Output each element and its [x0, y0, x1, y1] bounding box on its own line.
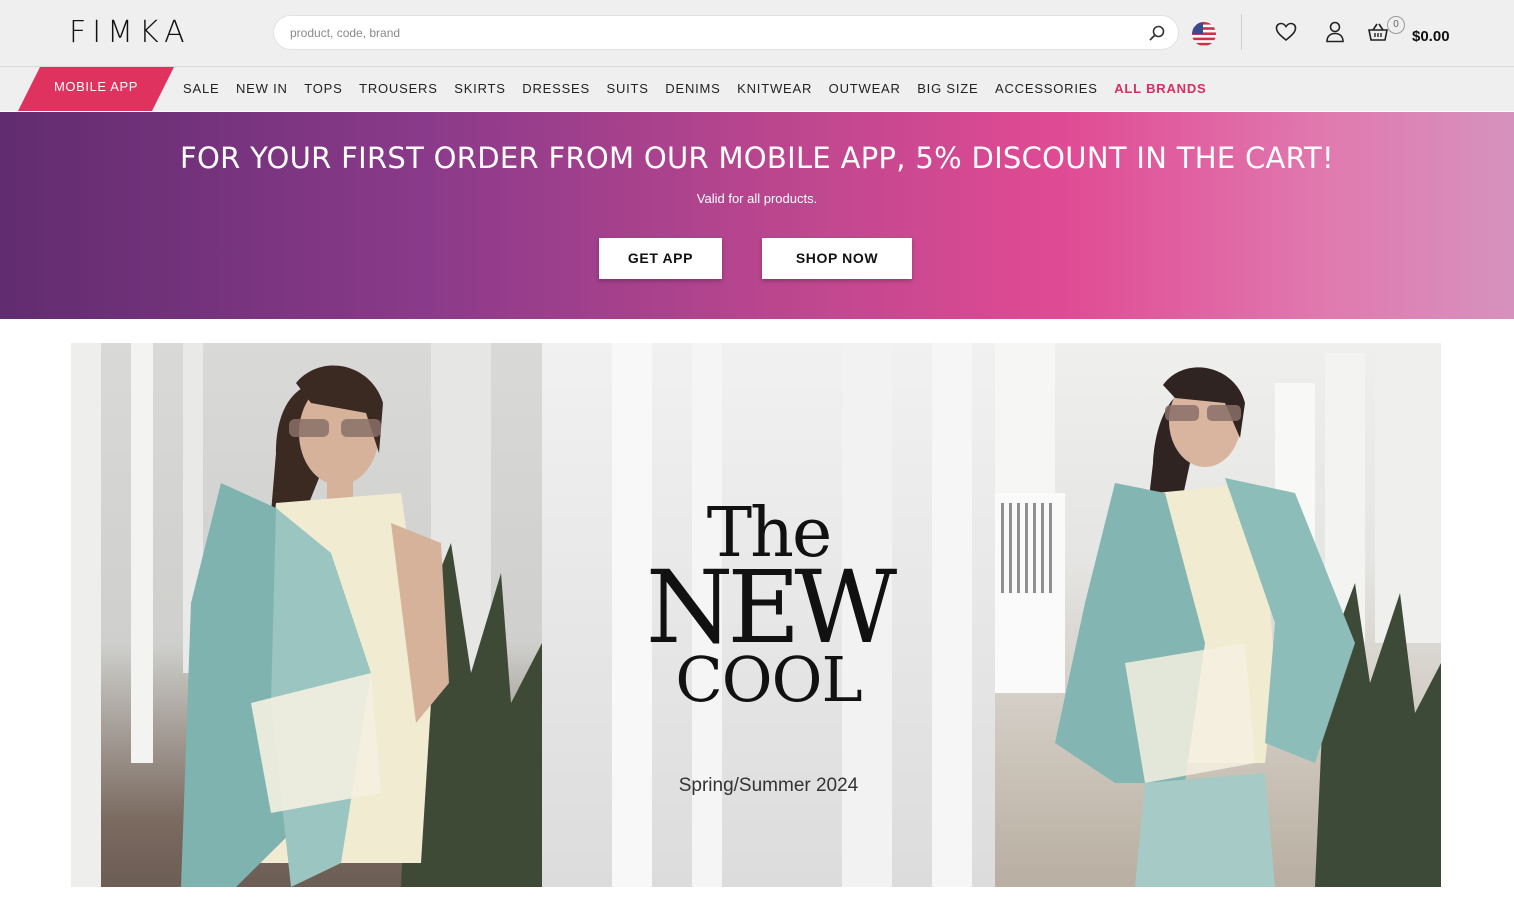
cart-total[interactable]: $0.00 — [1412, 28, 1450, 45]
promo-subtitle: Valid for all products. — [696, 191, 818, 206]
nav-item-knitwear[interactable]: KNITWEAR — [737, 69, 812, 109]
promo-title: FOR YOUR FIRST ORDER FROM OUR MOBILE APP… — [180, 141, 1334, 175]
us-flag-icon[interactable] — [1192, 22, 1216, 46]
main-nav: MOBILE APP SALE NEW IN TOPS TROUSERS SKI… — [0, 67, 1514, 111]
hero-banner[interactable]: The NEW COOL Spring/Summer 2024 — [71, 343, 1441, 887]
nav-item-sale[interactable]: SALE — [183, 69, 219, 109]
hero-line-cool: COOL — [675, 643, 862, 716]
nav-item-accessories[interactable]: ACCESSORIES — [995, 69, 1098, 109]
nav-item-suits[interactable]: SUITS — [606, 69, 648, 109]
get-app-button[interactable]: GET APP — [599, 238, 722, 279]
promo-banner: FOR YOUR FIRST ORDER FROM OUR MOBILE APP… — [0, 112, 1514, 319]
nav-item-denims[interactable]: DENIMS — [665, 69, 720, 109]
search-bar — [273, 15, 1179, 50]
hero-text-panel: The NEW COOL Spring/Summer 2024 — [542, 343, 995, 887]
mobile-app-label: MOBILE APP — [53, 79, 139, 94]
hero-headline: The NEW COOL — [542, 500, 995, 716]
nav-item-outwear[interactable]: OUTWEAR — [829, 69, 901, 109]
heart-icon[interactable] — [1274, 20, 1298, 44]
model-illustration-right — [995, 343, 1441, 887]
nav-menu: SALE NEW IN TOPS TROUSERS SKIRTS DRESSES… — [183, 67, 1223, 111]
user-icon[interactable] — [1323, 20, 1347, 44]
hero-photo-left — [71, 343, 542, 887]
cart-count-badge: 0 — [1387, 16, 1405, 34]
nav-item-tops[interactable]: TOPS — [304, 69, 342, 109]
nav-item-dresses[interactable]: DRESSES — [522, 69, 590, 109]
nav-item-big-size[interactable]: BIG SIZE — [917, 69, 978, 109]
shop-now-button[interactable]: SHOP NOW — [762, 238, 912, 279]
top-header: FIMKA product, code, brand 0 $0.00 — [0, 0, 1514, 67]
nav-item-skirts[interactable]: SKIRTS — [454, 69, 506, 109]
hero-photo-right — [995, 343, 1441, 887]
logo[interactable]: FIMKA — [69, 17, 191, 49]
nav-item-new-in[interactable]: NEW IN — [236, 69, 288, 109]
hero-season-label: Spring/Summer 2024 — [678, 775, 859, 796]
mobile-app-button[interactable]: MOBILE APP — [18, 67, 174, 111]
header-divider — [1241, 14, 1242, 50]
nav-item-all-brands[interactable]: ALL BRANDS — [1114, 69, 1206, 109]
search-input[interactable] — [290, 16, 1130, 49]
hero-line-new: NEW — [645, 549, 897, 666]
nav-item-trousers[interactable]: TROUSERS — [359, 69, 438, 109]
search-icon[interactable] — [1146, 22, 1168, 44]
model-illustration-left — [71, 343, 542, 887]
